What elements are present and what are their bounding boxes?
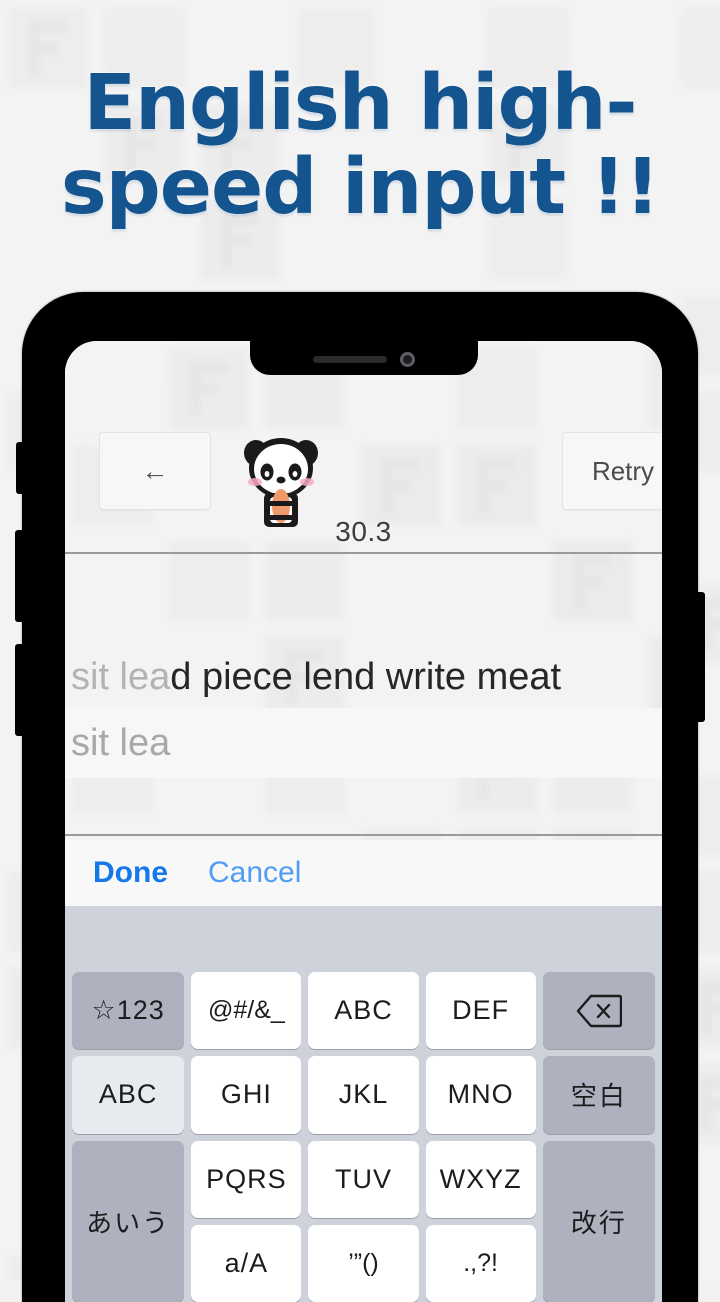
key-case-toggle-label: a/A (225, 1248, 269, 1279)
key-delete[interactable] (543, 972, 655, 1049)
headline-line-2: speed input !! (0, 146, 720, 230)
phone-mockup: ← Retry (22, 292, 698, 1302)
key-mode-kana-label: あいう (86, 1203, 170, 1240)
key-at-hash[interactable]: @#/&_ (191, 972, 301, 1049)
key-def[interactable]: DEF (426, 972, 536, 1049)
typing-area-divider (65, 834, 662, 836)
headline-line-1: English high- (84, 59, 637, 148)
power-button[interactable] (695, 592, 705, 722)
prompt-remaining-portion: d piece lend write meat (170, 656, 561, 699)
prediction-bar[interactable] (65, 906, 662, 966)
key-symbols-123[interactable]: ☆123 (72, 972, 184, 1049)
delete-key-icon (576, 994, 622, 1028)
volume-up-button[interactable] (15, 530, 25, 622)
prompt-typed-portion: sit lea (71, 656, 170, 699)
key-jkl[interactable]: JKL (308, 1056, 418, 1133)
phone-notch (250, 341, 478, 375)
done-button[interactable]: Done (93, 856, 168, 890)
key-def-label: DEF (452, 995, 509, 1026)
key-jkl-label: JKL (339, 1079, 389, 1110)
key-quotes-parens[interactable]: ’”() (308, 1225, 418, 1302)
key-mode-abc[interactable]: ABC (72, 1056, 184, 1133)
score-value: 30.3 (65, 516, 662, 548)
key-ghi-label: GHI (221, 1079, 272, 1110)
front-camera-icon (400, 352, 415, 367)
key-tuv[interactable]: TUV (308, 1141, 418, 1218)
keyboard-accessory-bar: Done Cancel (65, 840, 662, 906)
key-mno[interactable]: MNO (426, 1056, 536, 1133)
promo-headline: English high- speed input !! (0, 62, 720, 230)
key-punctuation[interactable]: .,?! (426, 1225, 536, 1302)
key-case-toggle[interactable]: a/A (191, 1225, 301, 1302)
topbar-divider (65, 552, 662, 554)
background-letter-f (701, 981, 720, 1035)
key-mno-label: MNO (448, 1079, 514, 1110)
volume-down-button[interactable] (15, 644, 25, 736)
key-abc-label: ABC (334, 995, 393, 1026)
back-button[interactable]: ← (99, 432, 211, 510)
key-return[interactable]: 改行 (543, 1141, 655, 1302)
key-punctuation-label: .,?! (463, 1249, 498, 1278)
key-mode-kana[interactable]: あいう (72, 1141, 184, 1302)
software-keyboard: ☆123 @#/&_ ABC DEF ABC GHI JKL MNO 空白あいう PQRS TUV W… (65, 906, 662, 1302)
key-pqrs[interactable]: PQRS (191, 1141, 301, 1218)
background-letter-f (701, 1077, 720, 1131)
key-abc[interactable]: ABC (308, 972, 418, 1049)
typing-area: sit lead piece lend write meat sit lea (65, 556, 662, 836)
prompt-text: sit lead piece lend write meat (65, 644, 662, 710)
key-space-label: 空白 (571, 1076, 627, 1113)
cancel-button[interactable]: Cancel (208, 856, 301, 890)
key-mode-abc-label: ABC (99, 1079, 158, 1110)
mute-switch[interactable] (16, 442, 25, 494)
key-space[interactable]: 空白 (543, 1056, 655, 1133)
key-return-label: 改行 (571, 1203, 627, 1240)
retry-button[interactable]: Retry (562, 432, 662, 510)
key-wxyz[interactable]: WXYZ (426, 1141, 536, 1218)
key-grid: ☆123 @#/&_ ABC DEF ABC GHI JKL MNO 空白あいう PQRS TUV W… (65, 966, 662, 1302)
retry-button-label: Retry (592, 456, 654, 487)
back-arrow-icon: ← (142, 456, 169, 487)
speaker-grille-icon (313, 356, 387, 363)
key-at-hash-label: @#/&_ (208, 996, 285, 1025)
phone-screen: ← Retry (65, 341, 662, 1302)
key-tuv-label: TUV (335, 1164, 392, 1195)
text-input-field[interactable]: sit lea (65, 708, 662, 778)
text-input-value: sit lea (71, 722, 170, 765)
key-quotes-parens-label: ’”() (348, 1249, 379, 1278)
key-symbols-123-label: ☆123 (92, 995, 165, 1026)
key-wxyz-label: WXYZ (440, 1164, 522, 1195)
key-pqrs-label: PQRS (206, 1164, 287, 1195)
key-ghi[interactable]: GHI (191, 1056, 301, 1133)
